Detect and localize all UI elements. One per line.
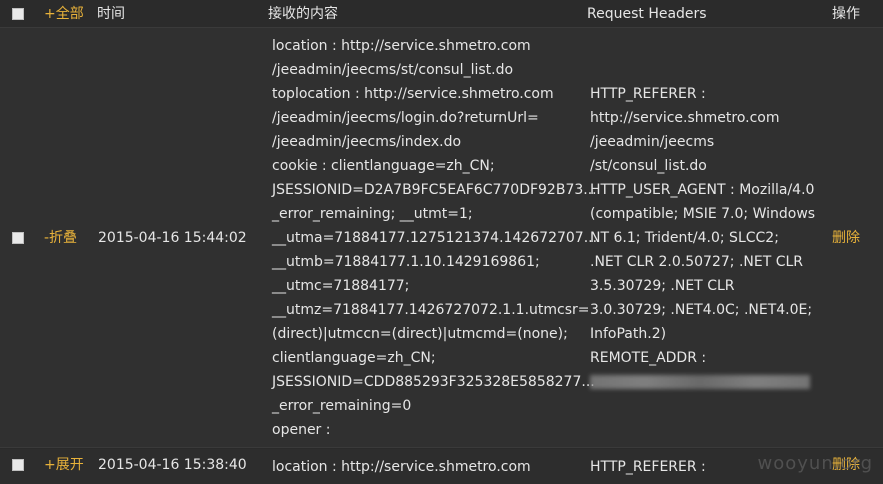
content-line: JSESSIONID=CDD885293F325328E5858277... — [272, 374, 595, 390]
content-line: opener : — [272, 422, 331, 438]
collapse-toggle[interactable]: -折叠 — [44, 226, 77, 250]
header-line: 3.5.30729; .NET CLR — [590, 278, 735, 294]
request-headers-content: HTTP_REFERER : http://service.shmetro.co… — [590, 82, 815, 394]
column-action: 操作 — [832, 6, 860, 22]
records-table: +全部 时间 接收的内容 Request Headers 操作 -折叠 2015… — [0, 0, 883, 484]
content-line: _error_remaining=0 — [272, 398, 412, 414]
header-line: InfoPath.2) — [590, 326, 667, 342]
content-line: __utmz=71884177.1426727072.1.1.utmcsr= — [272, 302, 590, 318]
received-content: location : http://service.shmetro.com /j… — [272, 34, 597, 442]
select-all-checkbox[interactable] — [12, 8, 24, 20]
redacted-ip — [590, 370, 815, 394]
content-line: __utmc=71884177; — [272, 278, 410, 294]
content-line: JSESSIONID=D2A7B9FC5EAF6C770DF92B73... — [272, 182, 597, 198]
content-line: clientlanguage=zh_CN; — [272, 350, 436, 366]
content-line: __utmb=71884177.1.10.1429169861; — [272, 254, 540, 270]
header-line: (compatible; MSIE 7.0; Windows — [590, 206, 816, 222]
column-time: 时间 — [97, 6, 125, 22]
expand-toggle[interactable]: +展开 — [44, 453, 84, 477]
header-line: HTTP_USER_AGENT : Mozilla/4.0 — [590, 182, 815, 198]
header-line: REMOTE_ADDR : — [590, 350, 707, 366]
delete-link[interactable]: 删除 — [832, 226, 860, 250]
header-line: HTTP_REFERER : — [590, 459, 706, 475]
content-line: _error_remaining; __utmt=1; — [272, 206, 473, 222]
header-line: NT 6.1; Trident/4.0; SLCC2; — [590, 230, 779, 246]
table-row: -折叠 2015-04-16 15:44:02 location : http:… — [0, 28, 883, 448]
table-header: +全部 时间 接收的内容 Request Headers 操作 — [0, 0, 883, 28]
content-line: /jeeadmin/jeecms/login.do?returnUrl= — [272, 110, 539, 126]
row-checkbox[interactable] — [12, 232, 24, 244]
content-line: /jeeadmin/jeecms/index.do — [272, 134, 462, 150]
content-line: location : http://service.shmetro.com — [272, 38, 531, 54]
content-line: toplocation : http://service.shmetro.com — [272, 86, 554, 102]
header-line: http://service.shmetro.com — [590, 110, 780, 126]
redacted-block — [590, 375, 810, 389]
header-line: .NET CLR 2.0.50727; .NET CLR — [590, 254, 804, 270]
header-line: HTTP_REFERER : — [590, 86, 706, 102]
watermark: wooyun.org — [757, 453, 873, 474]
content-line: __utma=71884177.1275121374.142672707... — [272, 230, 598, 246]
row-time: 2015-04-16 15:38:40 — [98, 457, 247, 473]
header-line: /st/consul_list.do — [590, 158, 707, 174]
header-line: /jeeadmin/jeecms — [590, 134, 715, 150]
select-all-link[interactable]: +全部 — [44, 2, 84, 26]
column-content: 接收的内容 — [268, 6, 338, 22]
column-request-headers: Request Headers — [587, 6, 707, 22]
row-checkbox[interactable] — [12, 459, 24, 471]
content-line: (direct)|utmccn=(direct)|utmcmd=(none); — [272, 326, 568, 342]
row-time: 2015-04-16 15:44:02 — [98, 230, 247, 246]
content-line: cookie : clientlanguage=zh_CN; — [272, 158, 495, 174]
table-row: +展开 2015-04-16 15:38:40 location : http:… — [0, 449, 883, 484]
header-line: 3.0.30729; .NET4.0C; .NET4.0E; — [590, 302, 813, 318]
content-line: location : http://service.shmetro.com — [272, 459, 531, 475]
content-line: /jeeadmin/jeecms/st/consul_list.do — [272, 62, 514, 78]
